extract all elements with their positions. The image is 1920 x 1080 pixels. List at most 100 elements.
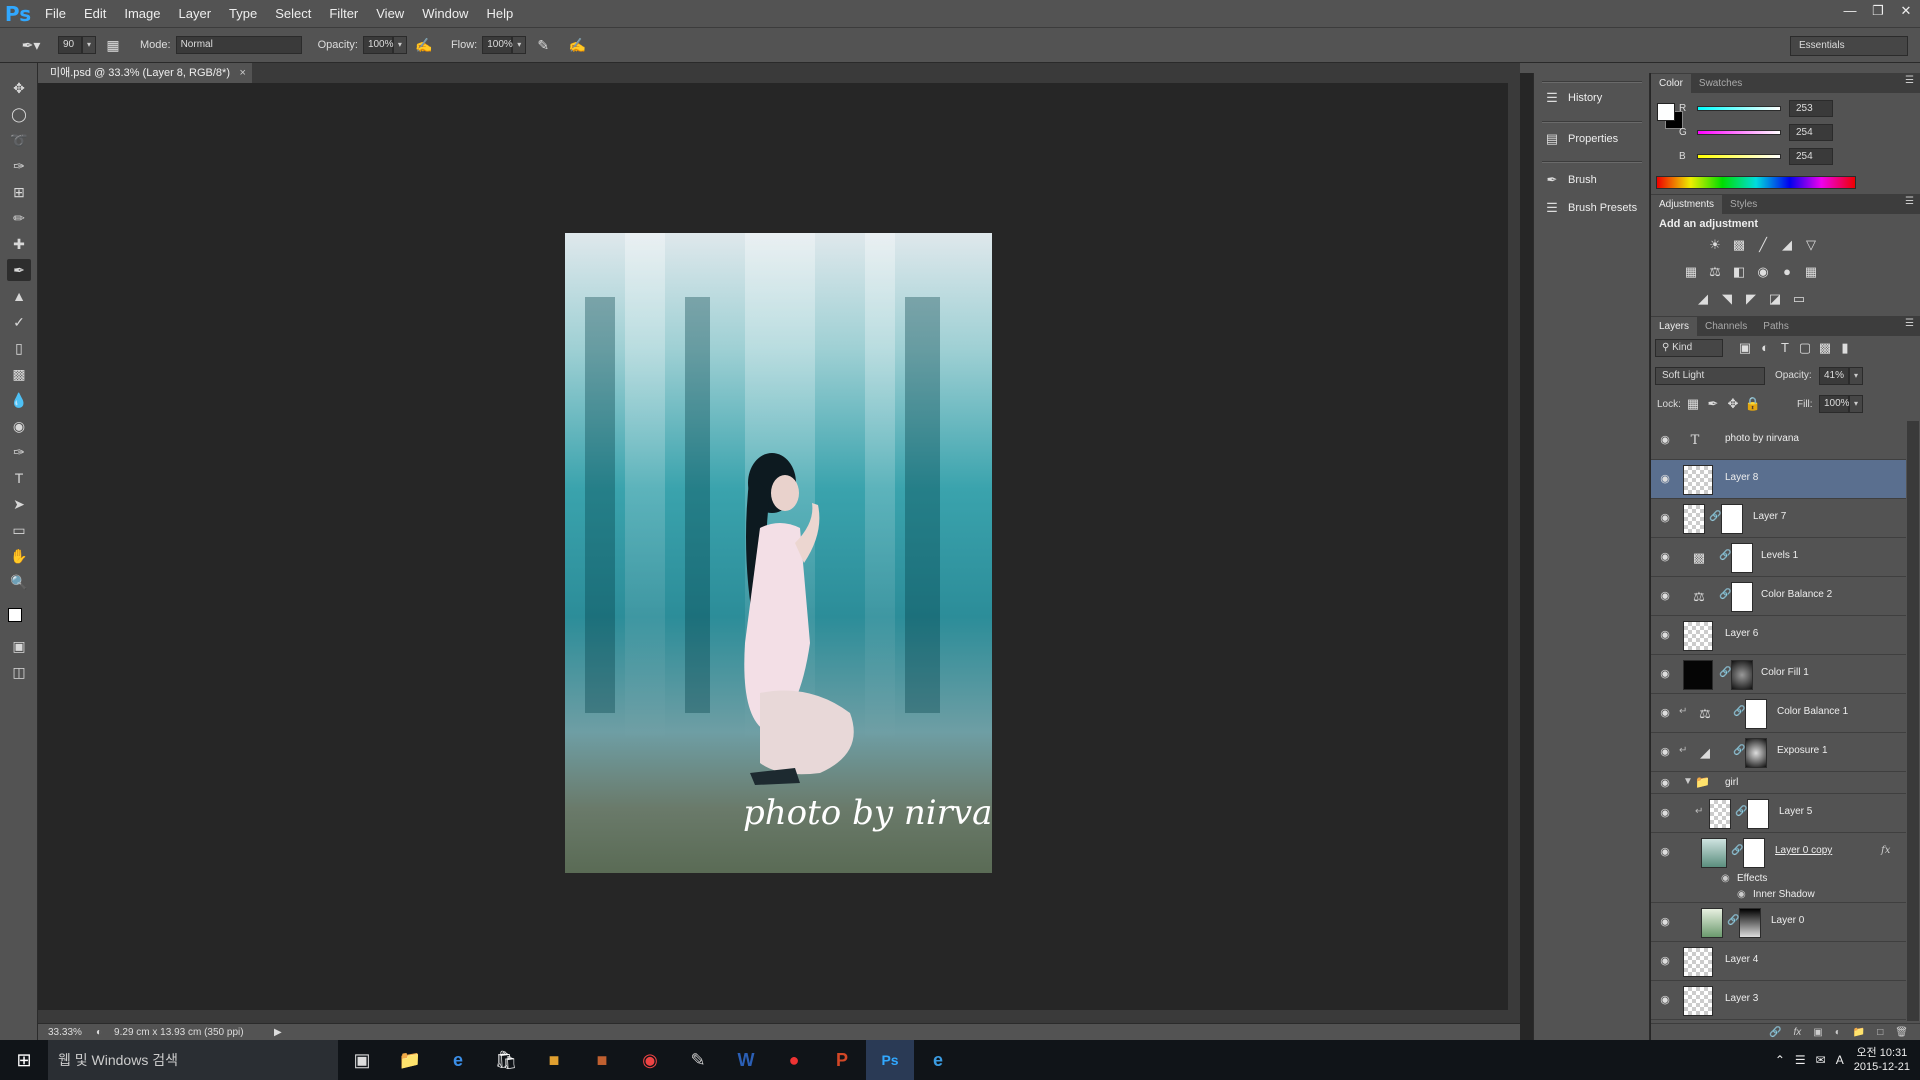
dodge-tool-icon[interactable]: ◉ [7,415,31,437]
visibility-eye-icon[interactable]: ◉ [1657,667,1673,681]
restore-icon[interactable]: ❐ [1864,0,1892,22]
layer-name[interactable]: Layer 5 [1779,806,1812,817]
store-icon[interactable]: 🛍 [482,1040,530,1080]
quick-selection-tool-icon[interactable]: ✑ [7,155,31,177]
visibility-eye-icon[interactable]: ◉ [1657,845,1673,859]
healing-brush-tool-icon[interactable]: ✚ [7,233,31,255]
visibility-eye-icon[interactable]: ◉ [1657,628,1673,642]
document-tab[interactable]: 미애.psd @ 33.3% (Layer 8, RGB/8*) × [38,63,252,83]
close-tab-icon[interactable]: × [240,63,246,83]
clone-stamp-tool-icon[interactable]: ▲ [7,285,31,307]
color-lookup-icon[interactable]: ▦ [1801,262,1821,282]
filter-adjustment-icon[interactable]: ◐ [1755,338,1775,358]
add-layer-style-icon[interactable]: fx [1794,1027,1802,1038]
layers-scrollbar[interactable] [1907,421,1919,1021]
effects-eye-icon[interactable]: ◉ [1721,873,1730,884]
layer-mask-thumbnail[interactable] [1743,838,1765,868]
filter-pixel-icon[interactable]: ▣ [1735,338,1755,358]
tab-layers[interactable]: Layers [1651,317,1698,336]
history-panel-button[interactable]: ☰ History [1542,85,1647,111]
screen-mode-icon[interactable]: ◫ [7,661,31,683]
powerpoint-icon[interactable]: P [818,1040,866,1080]
crop-tool-icon[interactable]: ⊞ [7,181,31,203]
channel-value[interactable]: 253 [1789,99,1833,117]
panel-menu-icon[interactable]: ☰ [1905,196,1914,207]
workspace-select[interactable]: Essentials [1790,36,1908,56]
layer-row[interactable]: ◉ Layer 8 [1651,460,1906,499]
layer-row[interactable]: ◉ Layer 4 [1651,942,1906,981]
layer-opacity-dropdown[interactable]: ▾ [1849,367,1863,385]
visibility-eye-icon[interactable]: ◉ [1657,433,1673,447]
brush-tool-icon[interactable]: ✒ [7,259,31,281]
taskbar-search[interactable]: 웹 및 Windows 검색 [48,1040,338,1080]
layer-mask-thumbnail[interactable] [1731,543,1753,573]
quick-mask-icon[interactable]: ▣ [7,635,31,657]
layer-mask-thumbnail[interactable] [1739,908,1761,938]
menu-select[interactable]: Select [266,0,320,27]
layer-row[interactable]: ◉ ⚖ 🔗 Color Balance 2 [1651,577,1906,616]
menu-file[interactable]: File [36,0,75,27]
path-selection-tool-icon[interactable]: ➤ [7,493,31,515]
layer-row[interactable]: ◉ Layer 6 [1651,616,1906,655]
add-mask-icon[interactable]: ▣ [1813,1027,1822,1038]
type-tool-icon[interactable]: T [7,467,31,489]
inner-shadow-label[interactable]: Inner Shadow [1753,889,1815,900]
color-track[interactable] [1697,153,1781,159]
vertical-scrollbar[interactable] [1508,83,1520,1010]
layer-name[interactable]: Color Balance 1 [1777,706,1848,717]
status-info-icon[interactable]: ◐ [96,1027,102,1038]
layer-opacity-field[interactable]: 41% [1819,367,1849,385]
brush-panel-toggle-icon[interactable]: ▦ [102,34,124,56]
layer-row[interactable]: ◉ T photo by nirvana [1651,421,1906,460]
color-track[interactable] [1697,105,1781,111]
layer-row[interactable]: ◉ ▩ 🔗 Levels 1 [1651,538,1906,577]
tab-styles[interactable]: Styles [1722,195,1765,214]
layer-effects-fx-icon[interactable]: fx [1881,845,1890,856]
brush-size-dropdown[interactable]: ▾ [82,36,96,54]
lock-pixels-icon[interactable]: ✒ [1703,394,1723,414]
close-icon[interactable]: ✕ [1892,0,1920,22]
brush-size-field[interactable]: 90 [58,36,82,54]
color-slider-g[interactable]: G 254 [1679,121,1909,143]
filter-toggle-icon[interactable]: ▮ [1835,338,1855,358]
channel-mixer-icon[interactable]: ● [1777,262,1797,282]
hue-saturation-icon[interactable]: ▦ [1681,262,1701,282]
color-track[interactable] [1697,129,1781,135]
internet-explorer-icon[interactable]: e [914,1040,962,1080]
curves-icon[interactable]: ╱ [1753,235,1773,255]
layer-mask-thumbnail[interactable] [1721,504,1743,534]
filter-type-icon[interactable]: T [1775,338,1795,358]
group-expand-icon[interactable]: ▼ [1683,776,1693,787]
color-slider-r[interactable]: R 253 [1679,97,1909,119]
history-brush-tool-icon[interactable]: ✓ [7,311,31,333]
layer-name[interactable]: girl [1725,777,1738,788]
layer-row[interactable]: ◉ ↵ ⚖ 🔗 Color Balance 1 [1651,694,1906,733]
menu-filter[interactable]: Filter [320,0,367,27]
brush-presets-panel-button[interactable]: ☰ Brush Presets [1542,195,1647,221]
tab-color[interactable]: Color [1651,74,1691,93]
windows-start-icon[interactable]: ⊞ [0,1040,48,1080]
exposure-icon[interactable]: ◢ [1777,235,1797,255]
visibility-eye-icon[interactable]: ◉ [1657,915,1673,929]
link-layers-icon[interactable]: 🔗 [1769,1027,1781,1038]
blend-mode-select[interactable]: Soft Light [1655,367,1765,385]
visibility-eye-icon[interactable]: ◉ [1657,954,1673,968]
menu-edit[interactable]: Edit [75,0,115,27]
pen-tool-icon[interactable]: ✑ [7,441,31,463]
hand-tool-icon[interactable]: ✋ [7,545,31,567]
posterize-icon[interactable]: ◥ [1717,289,1737,309]
layer-row[interactable]: ◉ Layer 3 [1651,981,1906,1020]
fill-dropdown[interactable]: ▾ [1849,395,1863,413]
marquee-tool-icon[interactable]: ◯ [7,103,31,125]
visibility-eye-icon[interactable]: ◉ [1657,745,1673,759]
minimize-icon[interactable]: — [1836,0,1864,22]
layer-name[interactable]: Layer 0 [1771,915,1804,926]
visibility-eye-icon[interactable]: ◉ [1657,511,1673,525]
channel-value[interactable]: 254 [1789,147,1833,165]
edge-browser-icon[interactable]: e [434,1040,482,1080]
new-group-icon[interactable]: 📁 [1853,1027,1865,1038]
ime-indicator[interactable]: A [1836,1053,1844,1067]
foreground-color-swatch[interactable] [8,608,22,622]
properties-panel-button[interactable]: ▤ Properties [1542,126,1647,152]
layer-row[interactable]: ◉ 🔗 Layer 0 [1651,903,1906,942]
